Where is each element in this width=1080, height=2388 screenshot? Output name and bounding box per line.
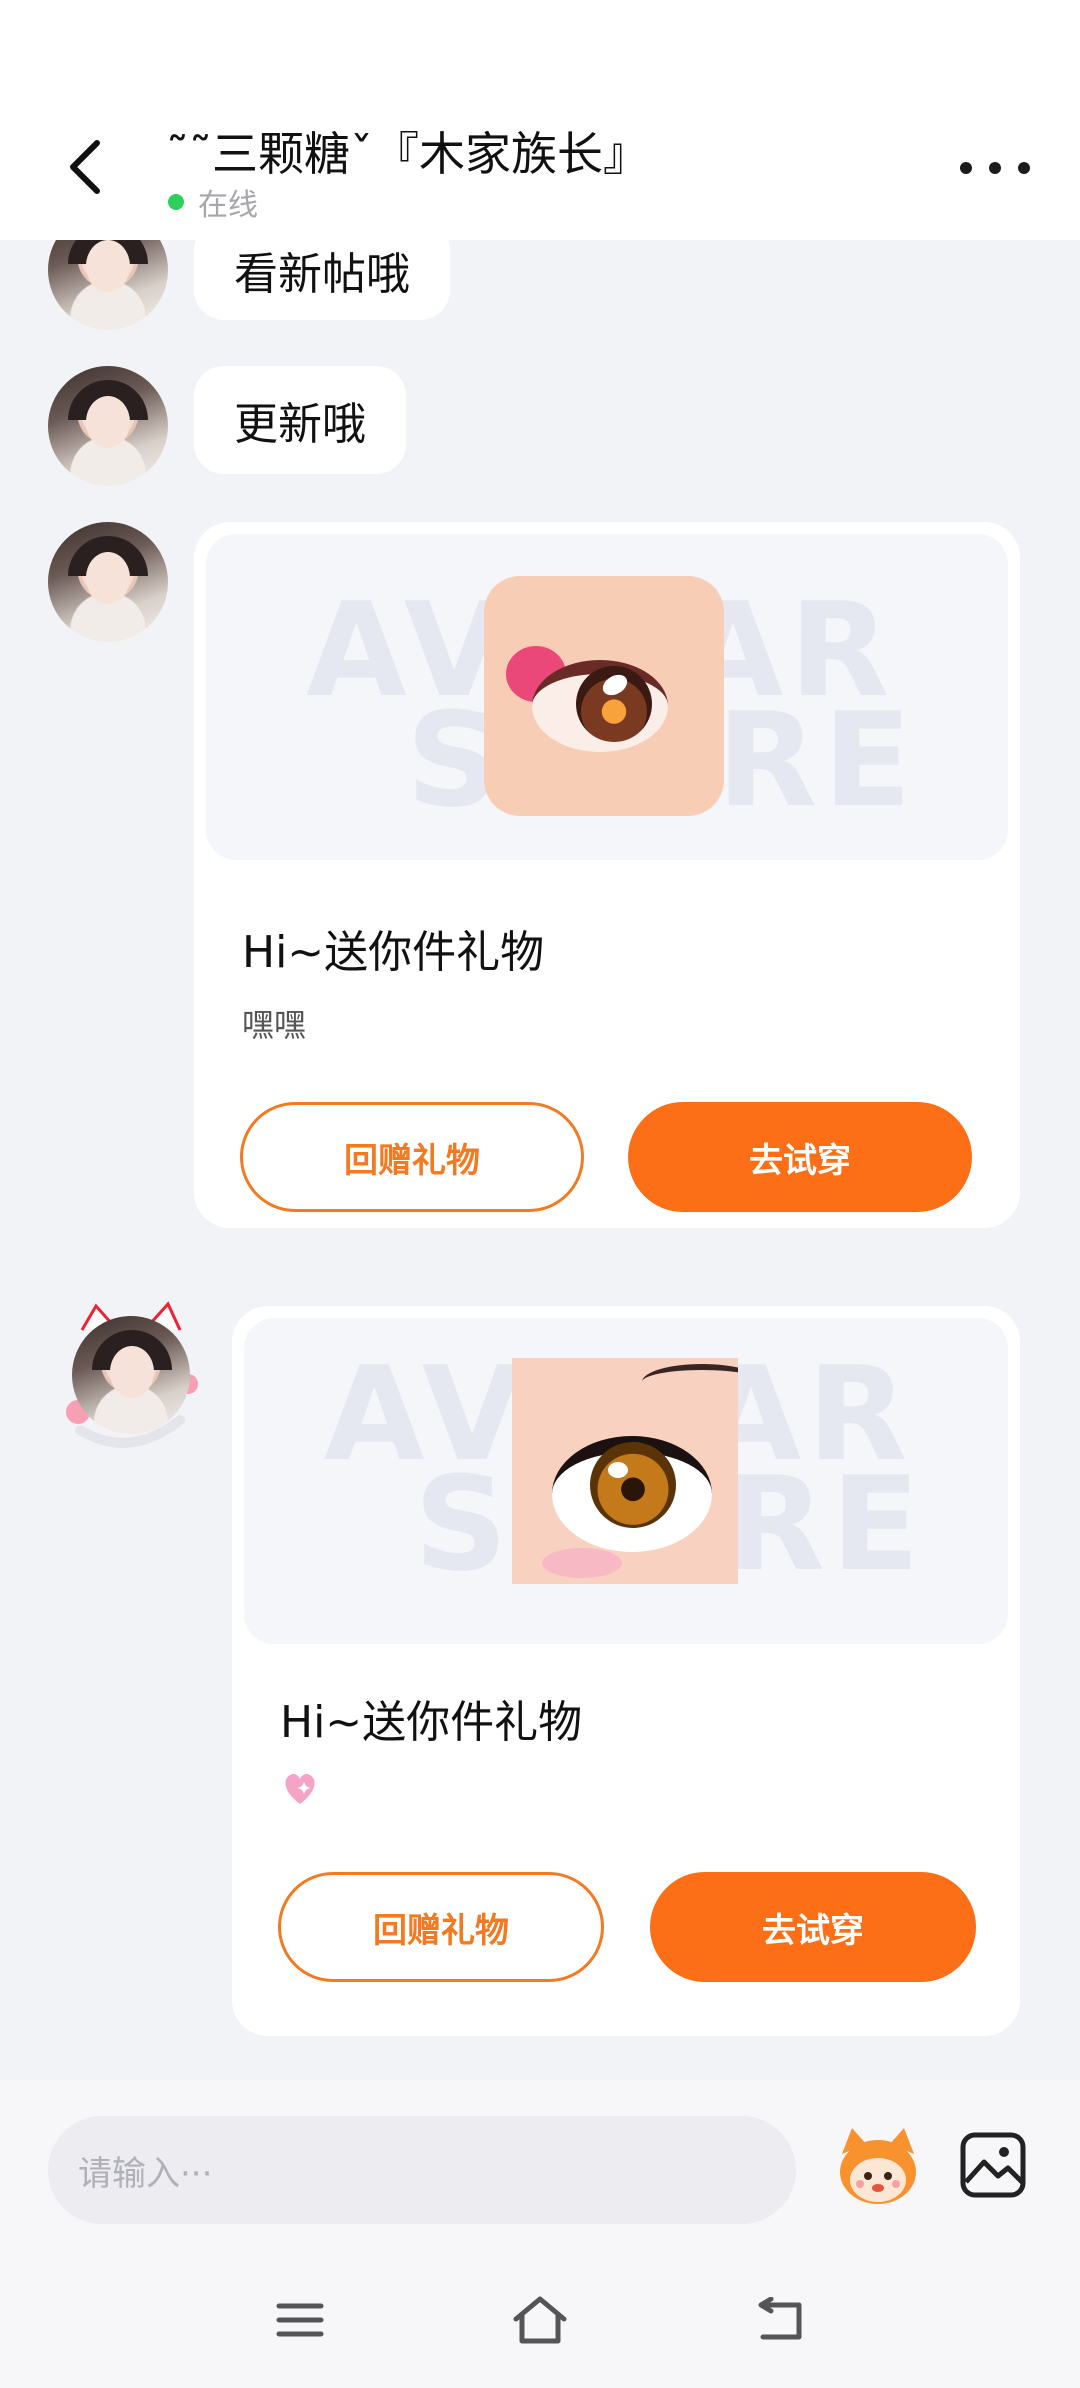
image-picker-icon[interactable] — [958, 2130, 1028, 2200]
try-on-button[interactable]: 去试穿 — [628, 1102, 972, 1212]
chat-header: ˜˜三颗糖ˇ『木家族长』 在线 — [0, 110, 1080, 240]
message-bubble[interactable]: 看新帖哦 — [194, 240, 450, 320]
back-button[interactable] — [50, 132, 120, 202]
home-icon — [513, 2296, 567, 2344]
try-on-label: 去试穿 — [762, 1910, 864, 1951]
gift-title: Hi~送你件礼物 — [280, 1697, 583, 1748]
sender-avatar[interactable] — [48, 366, 168, 486]
message-list[interactable]: 看新帖哦 更新哦 AVATAR STORE Hi~送你件礼物 嘿嘿 回赠礼物 — [0, 240, 1080, 2080]
message-input[interactable]: 请输入··· — [48, 2116, 796, 2224]
gift-card[interactable]: AVATAR STORE Hi~送你件礼物 回赠礼物 去试穿 — [232, 1306, 1020, 2036]
system-nav-bar — [0, 2260, 1080, 2388]
message-input-placeholder: 请输入··· — [78, 2153, 213, 2194]
back-nav-button[interactable] — [750, 2290, 810, 2350]
message-text: 看新帖哦 — [234, 249, 410, 300]
more-dot-icon — [989, 162, 1001, 174]
more-options-button[interactable] — [960, 148, 1030, 188]
gift-preview: AVATAR STORE — [206, 534, 1008, 860]
return-icon — [758, 2297, 802, 2340]
gift-title: Hi~送你件礼物 — [242, 927, 545, 978]
more-dot-icon — [1018, 162, 1030, 174]
return-gift-label: 回赠礼物 — [344, 1140, 480, 1181]
home-nav-button[interactable] — [510, 2290, 570, 2350]
more-dot-icon — [960, 162, 972, 174]
eye-item-image[interactable] — [512, 1358, 738, 1584]
gift-card[interactable]: AVATAR STORE Hi~送你件礼物 嘿嘿 回赠礼物 去试穿 — [194, 522, 1020, 1228]
chat-title: ˜˜三颗糖ˇ『木家族长』 — [166, 127, 649, 181]
return-gift-button[interactable]: 回赠礼物 — [278, 1872, 604, 1982]
online-dot-icon — [168, 194, 184, 210]
chevron-left-icon — [70, 140, 100, 194]
status-bar — [0, 0, 1080, 110]
sparkling-heart-icon — [285, 1773, 315, 1804]
try-on-label: 去试穿 — [749, 1140, 851, 1181]
gift-preview: AVATAR STORE — [244, 1318, 1008, 1644]
message-bubble[interactable]: 更新哦 — [194, 366, 406, 474]
return-gift-button[interactable]: 回赠礼物 — [240, 1102, 584, 1212]
sender-avatar[interactable] — [48, 240, 168, 330]
online-status: 在线 — [168, 180, 258, 224]
gift-message: 嘿嘿 — [242, 1006, 307, 1044]
online-status-label: 在线 — [198, 188, 258, 223]
menu-nav-button[interactable] — [270, 2290, 330, 2350]
sender-avatar-decorated[interactable] — [60, 1300, 202, 1450]
message-text: 更新哦 — [234, 399, 366, 450]
return-gift-label: 回赠礼物 — [373, 1910, 509, 1951]
emoji-mascot-icon[interactable] — [832, 2120, 924, 2212]
input-bar: 请输入··· — [0, 2080, 1080, 2260]
eye-item-image[interactable] — [484, 576, 724, 816]
try-on-button[interactable]: 去试穿 — [650, 1872, 976, 1982]
sender-avatar[interactable] — [48, 522, 168, 642]
menu-icon — [276, 2303, 324, 2337]
